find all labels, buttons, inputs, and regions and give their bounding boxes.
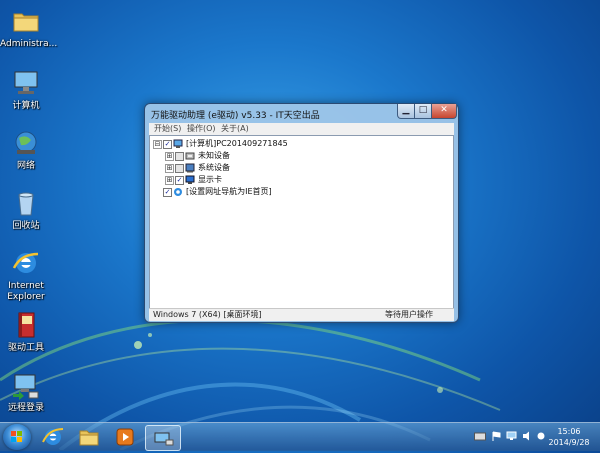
tree-node-label: [设置网址导航为IE首页] xyxy=(186,187,272,196)
network-globe-icon xyxy=(11,128,41,158)
status-bar: Windows 7 (X64) [桌面环境] 等待用户操作 xyxy=(149,308,454,321)
system-device-icon xyxy=(185,163,195,173)
status-os: Windows 7 (X64) [桌面环境] xyxy=(153,310,262,319)
desktop-icon-label: 回收站 xyxy=(12,221,40,231)
checkbox-unchecked[interactable] xyxy=(175,152,184,161)
desktop-icon-label: 计算机 xyxy=(12,101,40,111)
tree-node-label: 显示卡 xyxy=(198,175,222,184)
computer-icon xyxy=(11,68,41,98)
tree-node-display-adapters[interactable]: ⊞ ✓ 显示卡 xyxy=(165,174,365,186)
folder-icon xyxy=(11,6,41,36)
checkbox-checked[interactable]: ✓ xyxy=(163,188,172,197)
tree-node-computer[interactable]: ⊟ ✓ [计算机]PC201409271845 xyxy=(153,138,443,150)
clock-time: 15:06 xyxy=(557,427,581,436)
display-adapter-icon xyxy=(185,175,195,185)
internet-explorer-icon xyxy=(11,248,41,278)
desktop-icon-remote-login[interactable]: 远程登录 xyxy=(0,370,52,414)
taskbar-file-explorer[interactable] xyxy=(72,425,106,449)
tree-node-label: [计算机]PC201409271845 xyxy=(186,139,288,148)
collapse-icon[interactable]: ⊟ xyxy=(153,140,162,149)
action-center-flag-icon[interactable] xyxy=(491,431,501,444)
computer-icon xyxy=(173,139,183,149)
menu-about[interactable]: 关于(A) xyxy=(221,123,249,135)
system-clock[interactable]: 15:06 2014/9/28 xyxy=(544,426,594,448)
remote-login-icon xyxy=(11,370,41,400)
start-button[interactable] xyxy=(3,424,31,450)
checkbox-checked[interactable]: ✓ xyxy=(163,140,172,149)
desktop-icon-label: 网络 xyxy=(16,161,35,171)
expand-icon[interactable]: ⊞ xyxy=(165,164,174,173)
media-player-icon xyxy=(116,428,134,446)
tree-node-system-devices[interactable]: ⊞ 系统设备 xyxy=(165,162,365,174)
desktop-icon-label: 远程登录 xyxy=(7,403,44,413)
taskbar-internet-explorer[interactable] xyxy=(36,425,70,449)
menu-start[interactable]: 开始(S) xyxy=(154,123,181,135)
keyboard-icon[interactable] xyxy=(474,431,486,444)
close-button[interactable]: ✕ xyxy=(431,104,457,119)
desktop-icon-recycle-bin[interactable]: 回收站 xyxy=(0,188,52,232)
desktop-icon-computer[interactable]: 计算机 xyxy=(0,68,52,112)
tree-node-set-homepage[interactable]: ✓ [设置网址导航为IE首页] xyxy=(153,186,353,198)
taskbar-driver-assistant[interactable] xyxy=(145,425,181,451)
menu-bar: 开始(S) 操作(O) 关于(A) xyxy=(149,123,454,135)
driver-tools-book-icon xyxy=(11,310,41,340)
taskbar: 15:06 2014/9/28 xyxy=(0,422,600,451)
minimize-button[interactable]: ▁ xyxy=(397,104,415,119)
network-icon[interactable] xyxy=(506,431,518,444)
desktop-icon-network[interactable]: 网络 xyxy=(0,128,52,172)
tree-node-unknown-devices[interactable]: ⊞ 未知设备 xyxy=(165,150,365,162)
expand-icon[interactable]: ⊞ xyxy=(165,152,174,161)
checkbox-unchecked[interactable] xyxy=(175,164,184,173)
clock-date: 2014/9/28 xyxy=(548,438,590,447)
menu-operation[interactable]: 操作(O) xyxy=(187,123,216,135)
internet-explorer-icon xyxy=(173,187,183,197)
device-tree[interactable]: ⊟ ✓ [计算机]PC201409271845 ⊞ 未知设备 ⊞ 系统设备 ⊞ xyxy=(149,135,454,309)
taskbar-media-player[interactable] xyxy=(108,425,142,449)
driver-assistant-icon xyxy=(154,432,174,446)
maximize-button[interactable]: □ xyxy=(414,104,432,119)
desktop-icon-internet-explorer[interactable]: Internet Explorer xyxy=(0,248,52,303)
desktop-icon-label: Internet Explorer xyxy=(7,281,45,302)
internet-explorer-icon xyxy=(42,428,64,445)
recycle-bin-icon xyxy=(11,188,41,218)
unknown-device-icon xyxy=(185,151,195,161)
speaker-icon[interactable] xyxy=(522,431,532,444)
desktop-icon-label: 驱动工具 xyxy=(7,343,44,353)
expand-icon[interactable]: ⊞ xyxy=(165,176,174,185)
tree-node-label: 系统设备 xyxy=(198,163,230,172)
driver-assistant-window[interactable]: 万能驱动助理 (e驱动) v5.33 - IT天空出品 ▁ □ ✕ 开始(S) … xyxy=(144,103,459,323)
checkbox-checked[interactable]: ✓ xyxy=(175,176,184,185)
status-message: 等待用户操作 xyxy=(385,310,433,319)
file-explorer-icon xyxy=(79,430,99,446)
desktop-icon-driver-tools[interactable]: 驱动工具 xyxy=(0,310,52,354)
windows-logo-icon xyxy=(11,431,22,442)
window-title: 万能驱动助理 (e驱动) v5.33 - IT天空出品 xyxy=(151,111,320,121)
desktop-icon-administrator[interactable]: Administra... xyxy=(0,6,58,50)
desktop-icon-label: Administra... xyxy=(0,39,58,49)
tree-node-label: 未知设备 xyxy=(198,151,230,160)
